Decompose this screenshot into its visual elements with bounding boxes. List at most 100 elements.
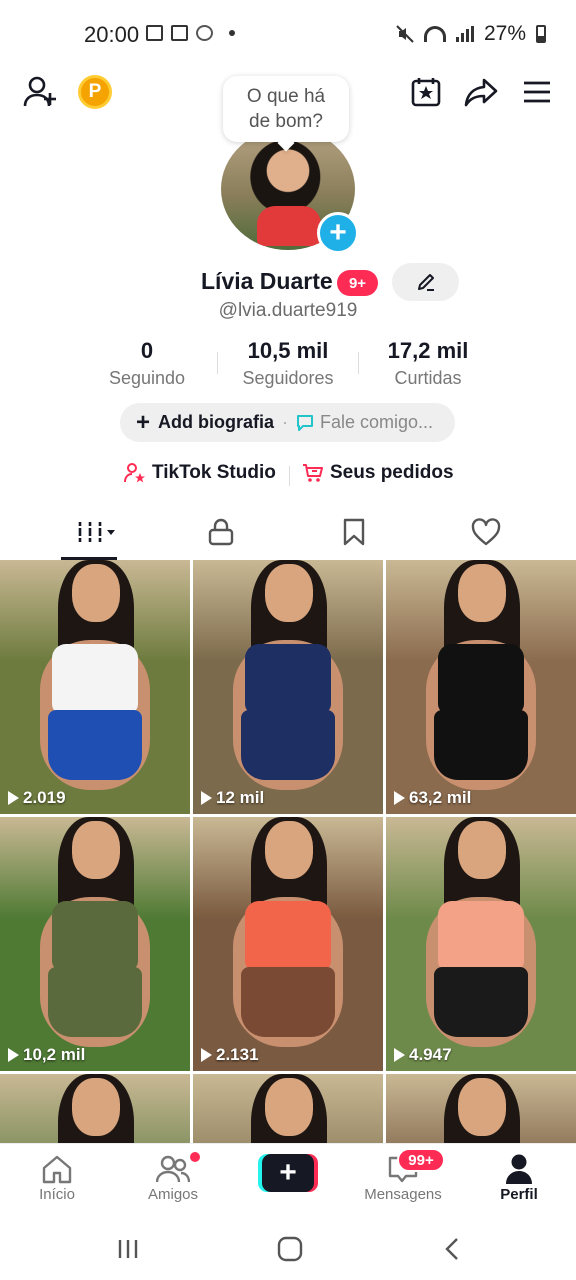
nav-profile[interactable]: Perfil: [464, 1152, 574, 1203]
tab-videos[interactable]: [62, 512, 122, 552]
coin-button[interactable]: P: [78, 75, 112, 109]
mute-icon: [396, 25, 414, 43]
tab-saved[interactable]: [324, 512, 384, 552]
nav-profile-label: Perfil: [500, 1186, 538, 1203]
tiktok-studio-link[interactable]: TikTok Studio: [124, 462, 276, 484]
orders-label: Seus pedidos: [330, 462, 454, 483]
edit-profile-button[interactable]: [392, 263, 459, 301]
add-story-button[interactable]: +: [317, 212, 359, 254]
status-right: 27%: [396, 22, 546, 46]
add-person-icon: [23, 76, 56, 107]
add-friend-button[interactable]: [20, 72, 60, 112]
view-count-label: 4.947: [409, 1045, 452, 1064]
cart-icon: [303, 464, 323, 482]
nav-home[interactable]: Início: [2, 1152, 112, 1203]
friends-icon: [156, 1155, 190, 1183]
stat-followers[interactable]: 10,5 mil Seguidores: [218, 338, 358, 389]
bookmark-icon: [343, 518, 365, 546]
thumbnail-figure-head: [458, 564, 506, 622]
view-count: 12 mil: [201, 788, 264, 808]
friends-notification-dot: [190, 1152, 200, 1162]
tab-private[interactable]: [191, 512, 251, 552]
plus-icon: +: [262, 1154, 314, 1192]
menu-button[interactable]: [517, 72, 557, 112]
share-button[interactable]: [461, 72, 501, 112]
link-divider: [289, 466, 290, 486]
pencil-icon: [417, 274, 434, 291]
view-count-label: 10,2 mil: [23, 1045, 86, 1064]
person-star-icon: [124, 463, 145, 483]
home-system-button[interactable]: [270, 1234, 310, 1264]
recent-apps-icon: [118, 1240, 138, 1258]
home-icon: [42, 1155, 72, 1184]
calendar-button[interactable]: [406, 72, 446, 112]
video-thumbnail[interactable]: 4.947: [386, 817, 576, 1071]
thumbnail-figure-top: [52, 644, 138, 714]
video-thumbnail[interactable]: [386, 1074, 576, 1150]
orders-link[interactable]: Seus pedidos: [302, 462, 454, 484]
thumbnail-figure-bottom: [241, 967, 335, 1037]
hamburger-icon: [524, 81, 550, 103]
add-bio-button[interactable]: Add biografia: [158, 412, 274, 433]
stat-followers-label: Seguidores: [242, 368, 334, 388]
play-icon: [201, 1048, 212, 1062]
video-thumbnail[interactable]: [193, 1074, 383, 1150]
play-icon: [8, 791, 19, 805]
view-count: 4.947: [394, 1045, 452, 1065]
stat-following-label: Seguindo: [108, 368, 186, 388]
system-navigation: [0, 1216, 576, 1280]
video-thumbnail[interactable]: 12 mil: [193, 560, 383, 814]
thumbnail-figure-bottom: [434, 710, 528, 780]
video-thumbnail[interactable]: [0, 1074, 190, 1150]
nav-friends-label: Amigos: [147, 1186, 199, 1203]
thumbnail-figure-top: [245, 901, 331, 971]
calendar-star-icon: [411, 78, 441, 107]
video-thumbnail[interactable]: 2.019: [0, 560, 190, 814]
stat-likes[interactable]: 17,2 mil Curtidas: [358, 338, 498, 389]
thumbnail-figure-top: [52, 901, 138, 971]
thumbnail-figure-head: [72, 821, 120, 879]
name-row: Lívia Duarte 9+: [0, 262, 576, 302]
thumbnail-figure-bottom: [434, 967, 528, 1037]
share-arrow-icon: [464, 78, 498, 107]
thumbnail-figure-head: [72, 1078, 120, 1136]
back-chevron-icon: [445, 1238, 458, 1260]
profile-name: Lívia Duarte: [201, 268, 333, 294]
notification-icons: [146, 25, 235, 41]
thumbnail-figure-head: [458, 821, 506, 879]
view-count-label: 2.019: [23, 788, 66, 807]
messages-badge: 99+: [397, 1148, 445, 1172]
videos-grid-icon: [76, 522, 115, 542]
plus-icon: +: [136, 408, 151, 436]
content-tabs: [0, 506, 576, 560]
stat-likes-value: 17,2 mil: [387, 338, 469, 363]
signal-icon: [455, 26, 474, 42]
create-button[interactable]: +: [258, 1154, 318, 1192]
thumbnail-figure-bottom: [241, 710, 335, 780]
tiktok-icon: [196, 25, 213, 41]
chat-bubble-icon: [297, 414, 314, 431]
message-prompt[interactable]: Fale comigo...: [320, 412, 433, 433]
recent-apps-button[interactable]: [108, 1234, 148, 1264]
home-square-icon: [277, 1236, 303, 1262]
thumbnail-figure-top: [438, 644, 524, 714]
tab-liked[interactable]: [456, 512, 516, 552]
back-button[interactable]: [432, 1234, 472, 1264]
bubble-line-1: O que há: [246, 86, 326, 107]
stat-following[interactable]: 0 Seguindo: [77, 338, 217, 389]
name-badge[interactable]: 9+: [337, 270, 378, 296]
stat-likes-label: Curtidas: [394, 368, 462, 388]
video-thumbnail[interactable]: 10,2 mil: [0, 817, 190, 1071]
stat-following-value: 0: [140, 338, 154, 363]
wifi-icon: [423, 26, 446, 42]
video-thumbnail[interactable]: 2.131: [193, 817, 383, 1071]
video-thumbnail[interactable]: 63,2 mil: [386, 560, 576, 814]
nav-friends[interactable]: Amigos: [118, 1152, 228, 1203]
thumbnail-figure-head: [72, 564, 120, 622]
view-count: 2.131: [201, 1045, 259, 1065]
nav-messages-label: Mensagens: [364, 1186, 442, 1203]
view-count-label: 12 mil: [216, 788, 265, 807]
status-bubble[interactable]: O que há de bom?: [223, 76, 349, 142]
battery-icon: [536, 25, 546, 43]
tiktok-studio-label: TikTok Studio: [152, 462, 276, 483]
